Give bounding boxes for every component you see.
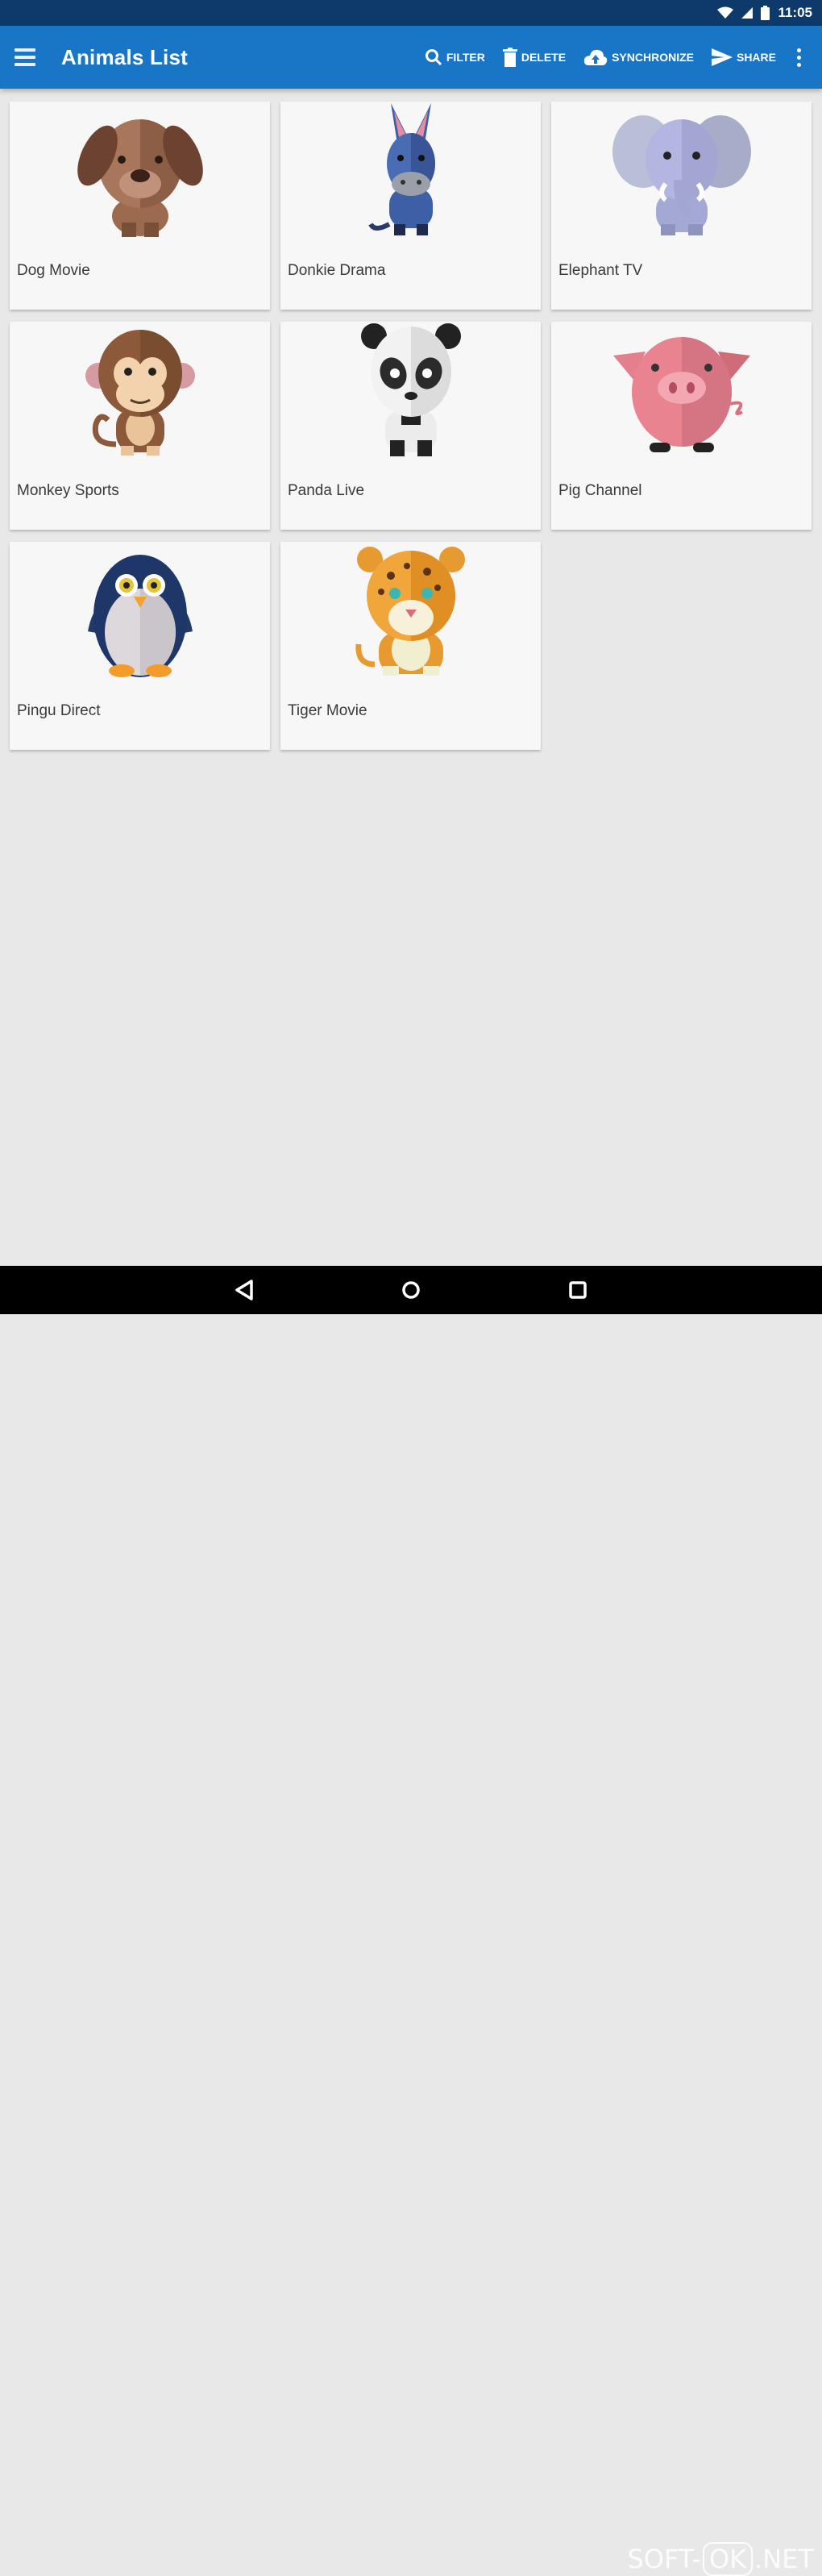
- share-label: Share: [736, 51, 776, 64]
- cloud-upload-icon: [583, 49, 608, 65]
- monkey-illustration: [85, 330, 195, 456]
- page-title: Animals List: [61, 44, 188, 69]
- watermark-right: .NET: [754, 2544, 814, 2574]
- card-image: [280, 322, 541, 462]
- card-elephant-tv[interactable]: Elephant TV: [551, 102, 812, 310]
- panda-illustration: [360, 323, 461, 456]
- card-image: [280, 102, 541, 242]
- dog-illustration: [77, 119, 203, 237]
- status-time: 11:05: [778, 5, 812, 20]
- more-vert-icon-dot: [797, 48, 801, 52]
- back-icon[interactable]: [234, 1279, 255, 1301]
- card-dog-movie[interactable]: Dog Movie: [10, 102, 270, 310]
- filter-label: Filter: [446, 51, 485, 64]
- filter-button[interactable]: Filter: [425, 48, 485, 66]
- card-donkie-drama[interactable]: Donkie Drama: [280, 102, 541, 310]
- animals-grid: Dog Movie Donkie Drama Elephant TV Monke…: [10, 102, 812, 750]
- recents-icon[interactable]: [567, 1279, 588, 1301]
- penguin-illustration: [87, 555, 193, 677]
- card-image: [280, 542, 541, 682]
- card-image: [551, 102, 812, 242]
- trash-icon: [502, 48, 517, 67]
- delete-label: Delete: [521, 51, 567, 64]
- watermark-left: SOFT-: [627, 2544, 701, 2574]
- card-pingu-direct[interactable]: Pingu Direct: [10, 542, 270, 750]
- card-title: Pig Channel: [558, 482, 642, 499]
- share-button[interactable]: Share: [711, 48, 776, 66]
- tiger-illustration: [355, 547, 465, 676]
- card-image: [551, 322, 812, 462]
- menu-button[interactable]: [15, 44, 42, 71]
- elephant-illustration: [612, 115, 751, 235]
- card-pig-channel[interactable]: Pig Channel: [551, 322, 812, 530]
- pig-illustration: [612, 337, 750, 452]
- card-monkey-sports[interactable]: Monkey Sports: [10, 322, 270, 530]
- overflow-menu-button[interactable]: [794, 44, 804, 72]
- card-title: Dog Movie: [17, 262, 90, 279]
- card-title: Pingu Direct: [17, 702, 101, 719]
- card-image: [10, 102, 270, 242]
- toolbar-actions: Filter Delete Synchronize Share: [425, 44, 822, 72]
- delete-button[interactable]: Delete: [502, 48, 567, 67]
- watermark: SOFT- OK .NET: [627, 2542, 814, 2576]
- synchronize-label: Synchronize: [612, 51, 694, 64]
- home-icon[interactable]: [401, 1279, 421, 1301]
- hamburger-icon-line: [15, 48, 35, 52]
- wifi-icon: [717, 6, 734, 19]
- more-vert-icon-dot: [797, 55, 801, 60]
- status-bar: 11:05: [0, 0, 822, 26]
- card-title: Tiger Movie: [288, 702, 367, 719]
- card-image: [10, 322, 270, 462]
- card-title: Donkie Drama: [288, 262, 386, 279]
- donkey-illustration: [367, 103, 435, 235]
- hamburger-icon-line: [15, 56, 35, 59]
- card-title: Panda Live: [288, 482, 365, 499]
- synchronize-button[interactable]: Synchronize: [583, 48, 694, 66]
- card-title: Monkey Sports: [17, 482, 119, 499]
- watermark-boxed: OK: [702, 2542, 754, 2576]
- hamburger-icon-line: [15, 63, 35, 66]
- cell-signal-icon: [741, 7, 754, 19]
- card-panda-live[interactable]: Panda Live: [280, 322, 541, 530]
- battery-icon: [761, 6, 770, 20]
- system-nav-bar: SOFT- OK .NET: [0, 1266, 822, 2576]
- search-icon: [425, 49, 442, 66]
- more-vert-icon-dot: [797, 62, 801, 67]
- send-icon: [711, 48, 733, 66]
- card-image: [10, 542, 270, 682]
- card-tiger-movie[interactable]: Tiger Movie: [280, 542, 541, 750]
- card-title: Elephant TV: [558, 262, 643, 279]
- app-bar: Animals List Filter Delete Synchronize: [0, 26, 822, 89]
